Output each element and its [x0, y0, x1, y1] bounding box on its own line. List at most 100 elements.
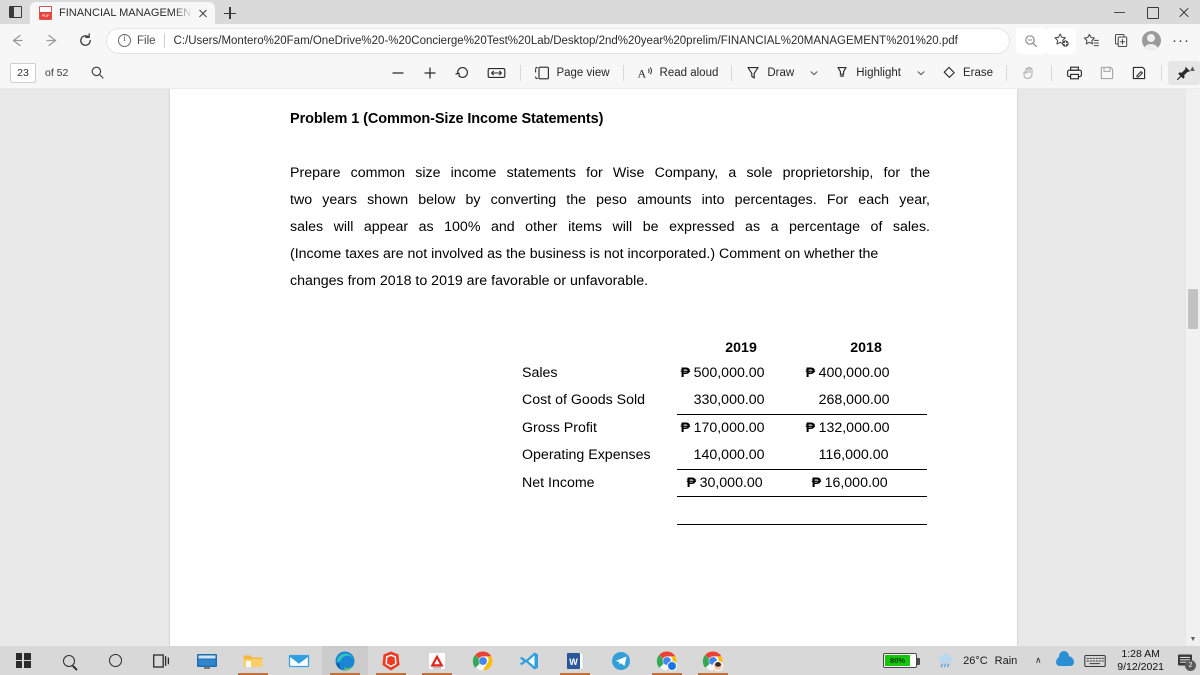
fit-to-width-icon	[488, 67, 506, 78]
battery-indicator[interactable]: 80%	[871, 646, 929, 675]
row-value-2018: ₱ 400,000.00	[802, 359, 927, 387]
draw-button[interactable]: Draw	[738, 61, 801, 85]
favorites-button[interactable]	[1076, 28, 1106, 54]
taskbar-app-chrome-profile[interactable]	[644, 646, 690, 675]
collections-add-icon	[1114, 33, 1127, 48]
fit-to-width-button[interactable]	[479, 61, 514, 85]
forward-button[interactable]	[34, 27, 68, 55]
maximize-icon[interactable]	[1136, 0, 1168, 24]
save-button[interactable]	[1091, 61, 1123, 85]
save-as-button[interactable]	[1123, 61, 1155, 85]
brave-browser-icon	[382, 651, 400, 670]
microsoft-word-icon: W	[566, 652, 584, 669]
draw-options-button[interactable]	[801, 61, 827, 85]
chevron-up-icon: ∧	[1034, 655, 1042, 665]
close-icon[interactable]	[195, 5, 211, 21]
pdf-search-button[interactable]	[82, 60, 112, 86]
taskbar-app-adobe-reader[interactable]: Adobe	[414, 646, 460, 675]
clock[interactable]: 1:28 AM 9/12/2021	[1111, 648, 1170, 674]
read-aloud-button[interactable]: A Read aloud	[630, 61, 726, 85]
notification-center-button[interactable]: 2	[1170, 646, 1200, 675]
highlight-options-button[interactable]	[908, 61, 934, 85]
highlight-label: Highlight	[856, 66, 901, 79]
task-view-button[interactable]	[138, 646, 184, 675]
taskbar-app-brave-browser[interactable]	[368, 646, 414, 675]
collections-button[interactable]	[1106, 28, 1136, 54]
new-tab-button[interactable]	[217, 2, 243, 24]
zoom-out-button[interactable]	[382, 61, 414, 85]
taskbar-app-mail[interactable]	[276, 646, 322, 675]
cortana-button[interactable]	[92, 646, 138, 675]
address-scheme-label: File	[137, 34, 156, 47]
row-value-2018: ₱ 16,000.00	[801, 469, 927, 497]
browser-tab[interactable]: FINANCIAL MANAGEMENT 1 .pd	[30, 2, 215, 24]
tab-actions-menu-button[interactable]	[0, 0, 30, 24]
scroll-down-arrow-icon[interactable]: ▼	[1186, 632, 1200, 646]
mail-icon	[288, 654, 310, 667]
taskbar-app-chrome-account[interactable]	[690, 646, 736, 675]
toolbar-divider	[520, 64, 522, 81]
highlight-button[interactable]: Highlight	[827, 61, 908, 85]
row-value-2018: 116,000.00	[801, 441, 927, 470]
taskbar-search-button[interactable]	[46, 646, 92, 675]
svg-text:A: A	[637, 66, 646, 80]
taskbar-app-remote-desktop[interactable]	[184, 646, 230, 675]
battery-percent: 80%	[885, 655, 911, 666]
vertical-scrollbar[interactable]: ▼	[1186, 89, 1200, 646]
windows-taskbar: Adobe W 80% 26°C Rain ∧ 1:28 AM 9/12/202…	[0, 646, 1200, 675]
select-tool-button[interactable]	[1013, 61, 1045, 85]
zoom-in-button[interactable]	[414, 61, 446, 85]
value-text: 268,000.00	[818, 392, 890, 408]
touch-keyboard-button[interactable]	[1079, 646, 1111, 675]
scrollbar-thumb[interactable]	[1188, 289, 1198, 329]
chevron-down-icon-2	[917, 70, 925, 75]
close-window-icon[interactable]	[1168, 0, 1200, 24]
address-divider	[163, 33, 165, 48]
print-button[interactable]	[1058, 61, 1091, 85]
peso-sign: ₱	[811, 474, 822, 491]
add-favorite-button[interactable]	[1046, 27, 1076, 54]
value-text: 500,000.00	[693, 364, 765, 381]
start-button[interactable]	[0, 646, 46, 675]
taskbar-app-telegram[interactable]	[598, 646, 644, 675]
pdf-toolbar: 23 of 52 Page view A Read aloud Draw Hig…	[0, 57, 1200, 89]
star-plus-icon	[1053, 33, 1069, 47]
toolbar-divider-2	[622, 64, 624, 81]
address-bar[interactable]: File C:/Users/Montero%20Fam/OneDrive%20-…	[106, 27, 1010, 54]
clock-date: 9/12/2021	[1117, 660, 1164, 673]
onedrive-tray-button[interactable]	[1051, 646, 1079, 675]
profile-button[interactable]	[1136, 28, 1166, 54]
settings-and-more-button[interactable]: ···	[1166, 28, 1196, 54]
minimize-icon[interactable]	[1104, 0, 1136, 24]
taskbar-app-vs-code[interactable]	[506, 646, 552, 675]
total-rule-2018	[801, 496, 927, 525]
system-tray: 80% 26°C Rain ∧ 1:28 AM 9/12/2021 2	[871, 646, 1200, 675]
page-view-button[interactable]: Page view	[527, 61, 616, 85]
peso-sign: ₱	[686, 474, 697, 491]
header-blank	[522, 329, 677, 359]
tray-overflow-button[interactable]: ∧	[1025, 646, 1051, 675]
scroll-up-arrow-icon[interactable]: ▲	[1186, 62, 1199, 75]
taskbar-app-microsoft-edge[interactable]	[322, 646, 368, 675]
site-info-icon[interactable]	[118, 33, 131, 47]
taskbar-app-file-explorer[interactable]	[230, 646, 276, 675]
toolbar-divider-6	[1161, 64, 1162, 81]
weather-widget[interactable]: 26°C Rain	[929, 652, 1025, 669]
read-aloud-label: Read aloud	[659, 66, 719, 79]
zoom-indicator-button[interactable]	[1016, 27, 1046, 54]
taskbar-app-google-chrome[interactable]	[460, 646, 506, 675]
back-button[interactable]	[0, 27, 34, 55]
taskbar-app-microsoft-word[interactable]: W	[552, 646, 598, 675]
back-arrow-icon	[12, 34, 23, 47]
hand-icon	[1023, 66, 1033, 79]
rotate-button[interactable]	[446, 61, 479, 85]
svg-text:W: W	[569, 657, 578, 667]
reload-button[interactable]	[68, 27, 102, 55]
value-text: 140,000.00	[693, 447, 765, 463]
table-row: Cost of Goods Sold 330,000.00 268,000.00	[522, 386, 927, 415]
erase-button[interactable]: Erase	[934, 61, 1000, 85]
page-number-input[interactable]: 23	[10, 62, 36, 83]
onedrive-icon	[1056, 651, 1075, 666]
total-rule-2019	[676, 496, 802, 525]
draw-label: Draw	[767, 66, 795, 79]
